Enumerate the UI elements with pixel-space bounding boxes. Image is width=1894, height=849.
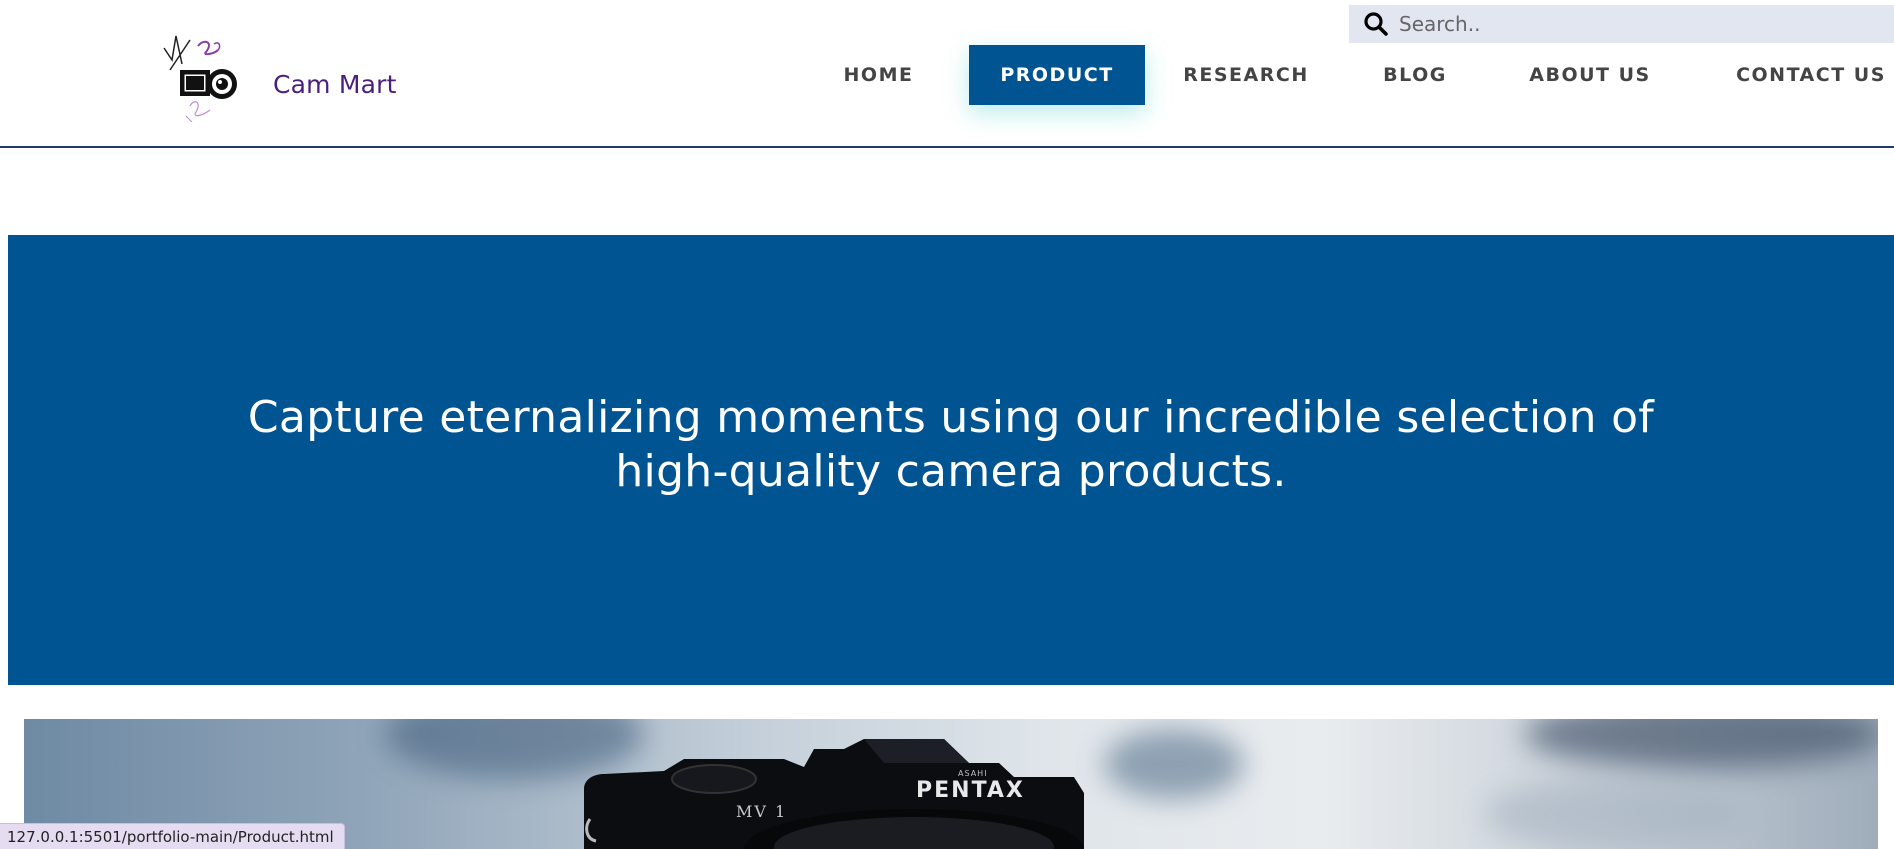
main-nav: HOME PRODUCT RESEARCH BLOG ABOUT US CONT…: [812, 45, 1894, 105]
camera-model-label: MV 1: [736, 802, 787, 821]
brand-name[interactable]: Cam Mart: [273, 70, 397, 99]
nav-item-about-us[interactable]: ABOUT US: [1519, 45, 1661, 105]
search-input[interactable]: [1397, 7, 1877, 41]
nav-item-home[interactable]: HOME: [812, 45, 945, 105]
nav-item-research[interactable]: RESEARCH: [1161, 45, 1331, 105]
nav-item-contact-us[interactable]: CONTACT US: [1716, 45, 1894, 105]
page: Cam Mart HOME PRODUCT RESEARCH BLOG ABOU…: [0, 0, 1894, 849]
camera-maker-label: ASAHI: [958, 769, 988, 778]
hero-banner: Capture eternalizing moments using our i…: [8, 235, 1894, 685]
nav-item-product[interactable]: PRODUCT: [969, 45, 1145, 105]
camera-brand-label: PENTAX: [916, 778, 1025, 803]
search-icon[interactable]: [1363, 11, 1389, 37]
status-bar-url: 127.0.0.1:5501/portfolio-main/Product.ht…: [0, 823, 345, 849]
hero-tagline: Capture eternalizing moments using our i…: [247, 392, 1655, 497]
search-bar: [1349, 5, 1894, 43]
nav-item-blog[interactable]: BLOG: [1375, 45, 1455, 105]
camera-logo[interactable]: [162, 30, 244, 123]
